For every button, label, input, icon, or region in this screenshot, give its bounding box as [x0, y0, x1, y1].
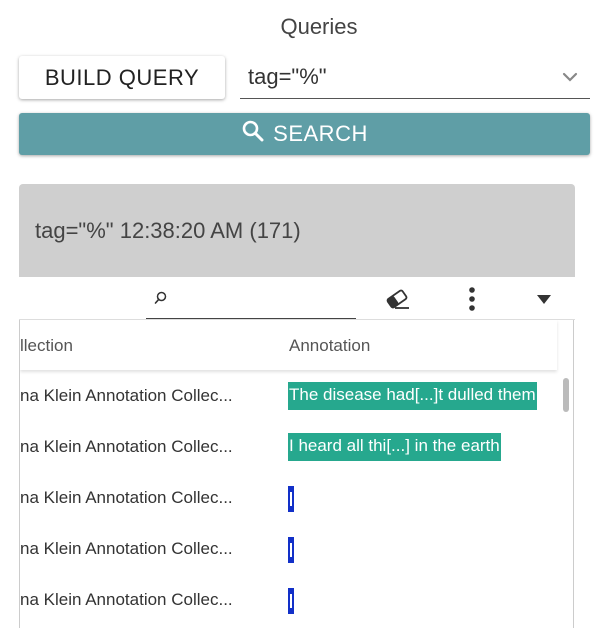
- table-row[interactable]: na Klein Annotation Collec...: [20, 574, 560, 625]
- result-filter: [146, 279, 356, 319]
- annotation-marker[interactable]: [288, 537, 294, 563]
- table-scrollbar[interactable]: [563, 378, 569, 412]
- search-button[interactable]: SEARCH: [19, 113, 590, 155]
- caret-down-icon[interactable]: [527, 282, 561, 316]
- collection-cell: na Klein Annotation Collec...: [20, 539, 233, 558]
- collection-cell: na Klein Annotation Collec...: [20, 386, 233, 405]
- query-select[interactable]: tag="%": [240, 56, 590, 99]
- column-header-annotation[interactable]: Annotation: [289, 336, 370, 356]
- annotation-cell[interactable]: I heard all thi[...] in the earth: [288, 433, 501, 461]
- more-vertical-icon[interactable]: [455, 282, 489, 316]
- table-row[interactable]: na Klein Annotation Collec... I heard al…: [20, 421, 560, 472]
- collection-cell: na Klein Annotation Collec...: [20, 488, 233, 507]
- collection-cell: na Klein Annotation Collec...: [20, 590, 233, 609]
- annotation-cell[interactable]: The disease had[...]t dulled them: [288, 382, 537, 410]
- table-header: llection Annotation: [20, 320, 557, 370]
- build-query-button[interactable]: BUILD QUERY: [19, 56, 225, 99]
- table-row[interactable]: na Klein Annotation Collec...: [20, 472, 560, 523]
- search-button-label: SEARCH: [273, 121, 368, 146]
- table-row[interactable]: na Klein Annotation Collec... The diseas…: [20, 370, 560, 421]
- chevron-down-icon[interactable]: [550, 56, 590, 99]
- result-panel: tag="%" 12:38:20 AM (171) llection Annot…: [19, 184, 575, 628]
- result-toolbar: [19, 277, 575, 320]
- result-table: llection Annotation na Klein Annotation …: [19, 320, 574, 628]
- queries-page: Queries BUILD QUERY tag="%" SEARCH tag="…: [0, 0, 600, 628]
- eraser-icon[interactable]: [381, 282, 415, 316]
- search-icon: [241, 119, 265, 149]
- page-title: Queries: [280, 14, 358, 39]
- result-header[interactable]: tag="%" 12:38:20 AM (171): [19, 184, 575, 277]
- query-select-value: tag="%": [248, 64, 327, 89]
- search-icon: [154, 291, 168, 310]
- annotation-marker[interactable]: [288, 486, 294, 512]
- collection-cell: na Klein Annotation Collec...: [20, 437, 233, 456]
- annotation-marker[interactable]: [288, 588, 294, 614]
- table-rows: na Klein Annotation Collec... The diseas…: [20, 370, 560, 625]
- result-filter-input[interactable]: [174, 285, 350, 315]
- column-header-collection[interactable]: llection: [20, 336, 73, 356]
- table-row[interactable]: na Klein Annotation Collec...: [20, 523, 560, 574]
